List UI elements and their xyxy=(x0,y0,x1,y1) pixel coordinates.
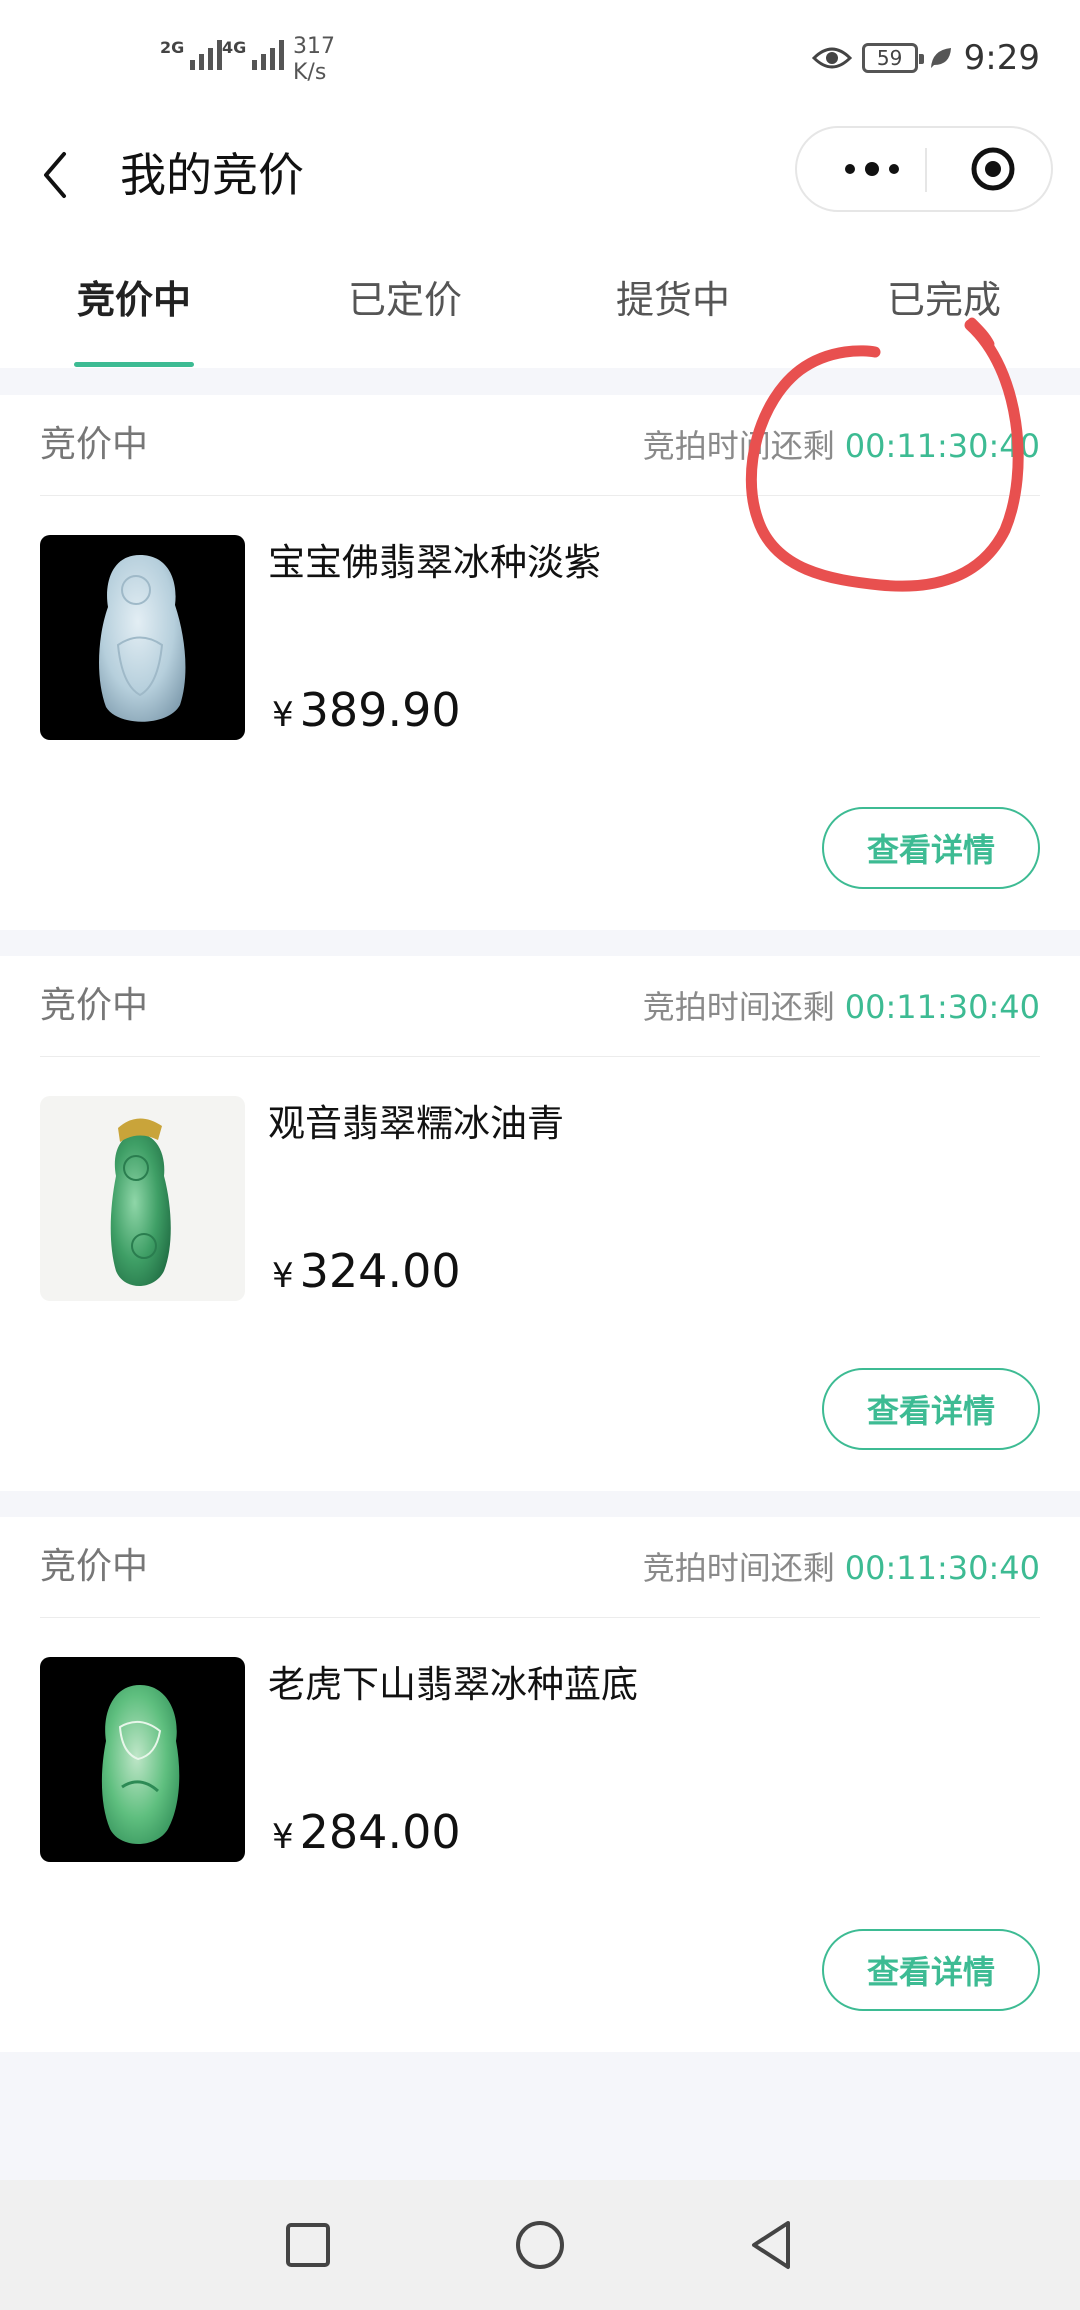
product-name: 观音翡翠糯冰油青 xyxy=(268,1102,564,1145)
signal-4g: 4G xyxy=(222,40,285,70)
auction-card: 竞价中 竞拍时间还剩 00:11:30:40 老虎下山翡翠冰种蓝底 ¥284.00… xyxy=(0,1517,1080,2052)
clock: 9:29 xyxy=(963,38,1040,78)
tab-bidding[interactable]: 竞价中 xyxy=(74,270,194,330)
countdown: 竞拍时间还剩 00:11:30:40 xyxy=(642,1549,1040,1587)
countdown: 竞拍时间还剩 00:11:30:40 xyxy=(642,988,1040,1026)
tab-pickup[interactable]: 提货中 xyxy=(613,270,733,330)
network-speed: 317 K/s xyxy=(293,34,335,85)
system-nav-bar xyxy=(0,2180,1080,2310)
product-price: ¥284.00 xyxy=(272,1805,461,1859)
product-image[interactable] xyxy=(40,1657,245,1862)
battery-indicator: 59 xyxy=(861,43,924,73)
triangle-back-icon[interactable] xyxy=(742,2215,802,2275)
card-status: 竞价中 xyxy=(40,985,149,1026)
product-image[interactable] xyxy=(40,535,245,740)
auction-card: 竞价中 竞拍时间还剩 00:11:30:40 宝宝佛翡翠冰种淡紫 ¥389.90 … xyxy=(0,395,1080,930)
countdown: 竞拍时间还剩 00:11:30:40 xyxy=(642,427,1040,465)
square-icon[interactable] xyxy=(278,2215,338,2275)
more-icon xyxy=(845,164,855,174)
tab-priced[interactable]: 已定价 xyxy=(345,270,465,330)
product-price: ¥389.90 xyxy=(272,683,461,737)
tab-indicator xyxy=(74,362,194,367)
back-button[interactable] xyxy=(40,140,80,210)
product-price: ¥324.00 xyxy=(272,1244,461,1298)
auction-card: 竞价中 竞拍时间还剩 00:11:30:40 观音翡翠糯冰油青 ¥324.00 查… xyxy=(0,956,1080,1491)
product-name: 宝宝佛翡翠冰种淡紫 xyxy=(268,541,601,584)
more-button[interactable] xyxy=(827,128,917,210)
product-name: 老虎下山翡翠冰种蓝底 xyxy=(268,1663,638,1706)
leaf-icon xyxy=(930,48,951,68)
nav-bar: 我的竞价 xyxy=(0,120,1080,230)
card-status: 竞价中 xyxy=(40,424,149,465)
view-details-button[interactable]: 查看详情 xyxy=(822,807,1040,889)
page-title: 我的竞价 xyxy=(120,148,304,202)
card-status: 竞价中 xyxy=(40,1546,149,1587)
eye-icon xyxy=(811,47,852,69)
product-image[interactable] xyxy=(40,1096,245,1301)
status-bar: 2G 4G 317 K/s 59 9:29 xyxy=(0,0,1080,120)
tab-completed[interactable]: 已完成 xyxy=(884,270,1004,330)
target-icon[interactable] xyxy=(969,145,1017,193)
miniprogram-capsule xyxy=(795,126,1053,212)
view-details-button[interactable]: 查看详情 xyxy=(822,1929,1040,2011)
tab-bar: 竞价中 已定价 提货中 已完成 xyxy=(0,230,1080,368)
view-details-button[interactable]: 查看详情 xyxy=(822,1368,1040,1450)
signal-2g: 2G xyxy=(160,40,223,70)
back-icon xyxy=(44,152,66,198)
circle-icon[interactable] xyxy=(510,2215,570,2275)
